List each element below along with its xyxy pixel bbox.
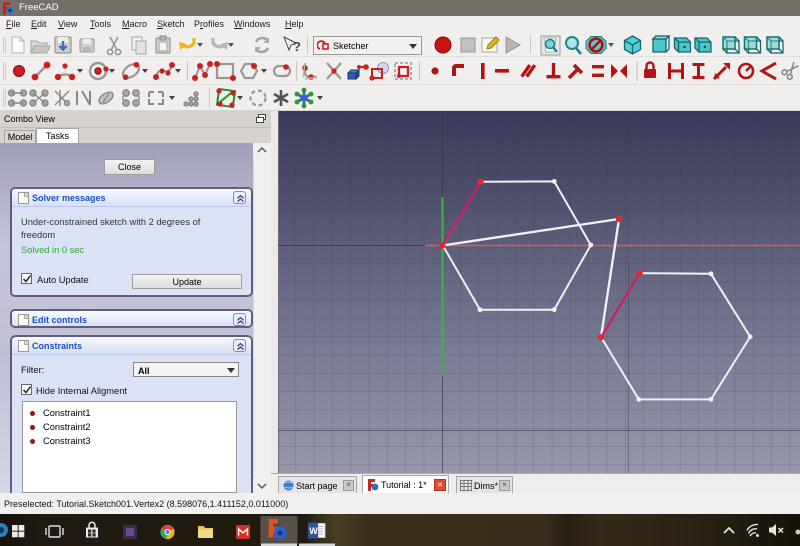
- svg-text:W: W: [309, 526, 318, 536]
- svg-text:?: ?: [293, 39, 301, 54]
